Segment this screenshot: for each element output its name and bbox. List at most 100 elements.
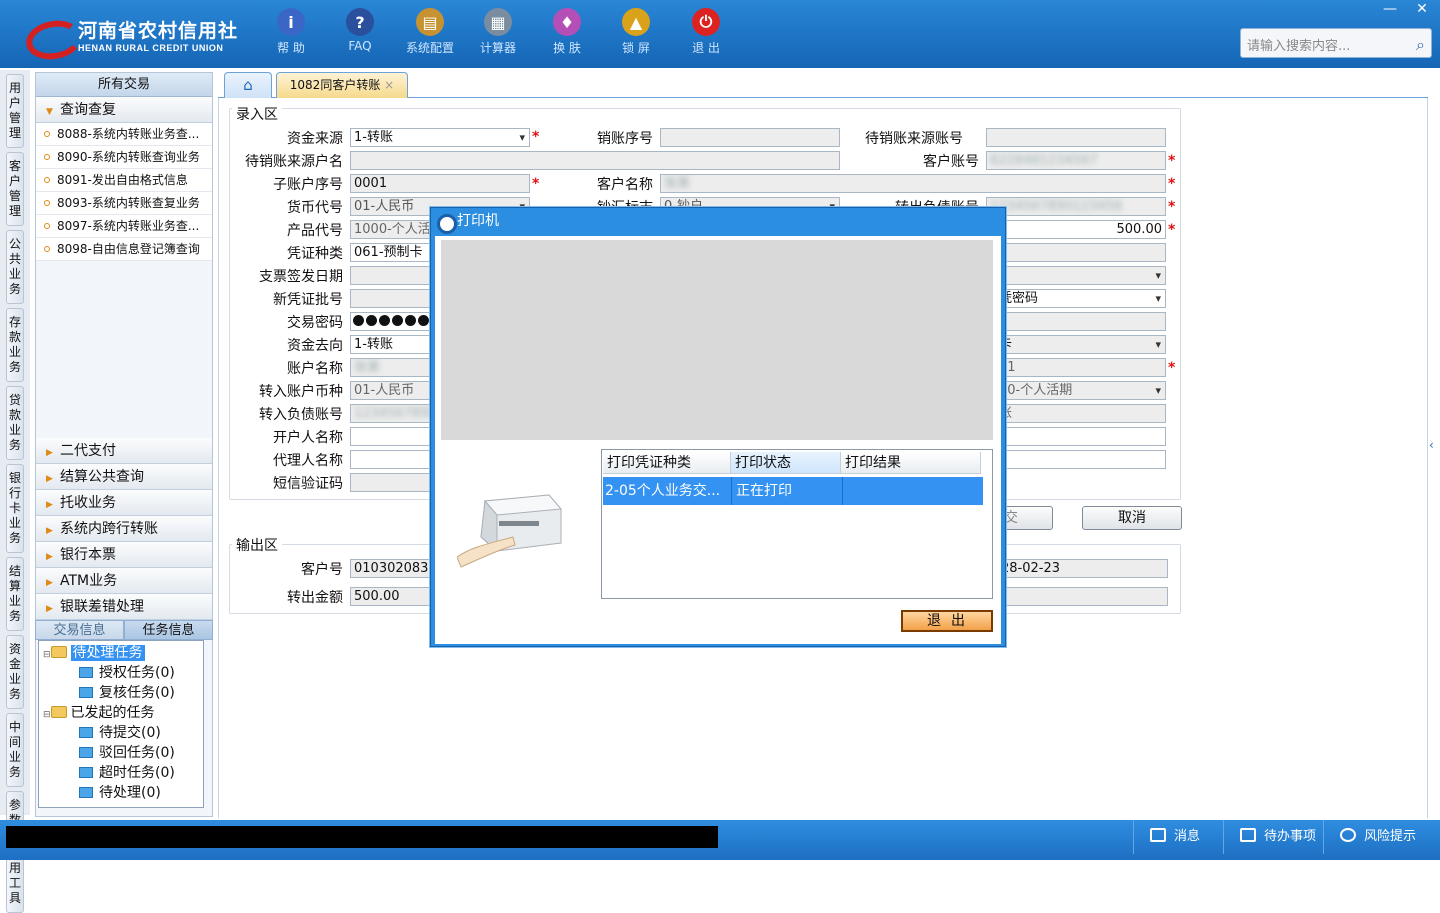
medium-select[interactable]: 卡 [986,335,1166,354]
tree-node-rejected[interactable]: 驳回任务(0) [79,743,175,763]
cancel-button[interactable]: 取消 [1082,506,1182,530]
group-item-6[interactable]: ▶ 银联差错处理 [36,594,212,620]
status-message-area [6,826,718,848]
label-in-account-currency: 转入账户币种 [259,384,343,400]
tab-transaction-info[interactable]: 交易信息 [35,620,124,640]
tree-node-timeout[interactable]: 超时任务(0) [79,763,175,783]
vtab-4[interactable]: 贷款业务 [6,386,24,460]
vtab-5[interactable]: 银行卡业务 [6,464,24,553]
transaction-item-1[interactable]: 8090-系统内转账查询业务 [36,146,212,169]
todo-button[interactable]: 待办事项 [1223,820,1323,854]
vtab-2[interactable]: 公共业务 [6,230,24,304]
chat-icon [1340,828,1356,842]
exit-button[interactable]: 退出 [901,610,993,632]
home-tab[interactable]: ⌂ [224,72,272,98]
out-liability-account-field[interactable]: 1234567890123456 [986,197,1166,216]
vtab-1[interactable]: 客户管理 [6,152,24,226]
logo-text-en: HENAN RURAL CREDIT UNION [78,42,224,53]
fund-source-select[interactable]: 1-转账 [350,128,530,147]
transaction-item-0[interactable]: 8088-系统内转账业务查... [36,123,212,146]
vtab-3[interactable]: 存款业务 [6,308,24,382]
tab-same-customer-transfer[interactable]: 1082同客户转账 × [276,72,408,98]
search-input[interactable]: 请输入搜索内容... ⌕ [1240,28,1432,58]
tree-node-auth[interactable]: 授权任务(0) [79,663,175,683]
vtab-8[interactable]: 中间业务 [6,713,24,787]
transaction-item-4[interactable]: 8097-系统内转账业务查... [36,215,212,238]
task-icon [79,747,93,758]
label-trade-password: 交易密码 [287,315,343,331]
right-select-1[interactable] [986,266,1166,285]
customer-name-field[interactable]: 张某 [660,174,1166,193]
label-sms-code: 短信验证码 [273,476,343,492]
dialog-title: 打印机 [431,208,1005,234]
voucher-right-field[interactable] [986,243,1166,262]
bullet-icon [44,223,50,229]
transaction-item-5[interactable]: 8098-自由信息登记簿查询 [36,238,212,261]
toolbar-label: 计算器 [479,41,516,55]
right-field-5[interactable] [986,427,1166,446]
toolbar-info-button[interactable]: i 帮 助 [261,8,321,60]
right-field-6[interactable] [986,450,1166,469]
right-field-4[interactable]: 账 [986,404,1166,423]
risk-button[interactable]: 风险提示 [1323,820,1433,854]
bullet-icon [44,246,50,252]
toolbar-help-button[interactable]: ? FAQ [330,8,390,60]
label-account-holder-name: 开户人名称 [273,430,343,446]
tree-node-pending[interactable]: ⊟ 待处理任务 [43,643,145,663]
tree-node-initiated[interactable]: ⊟ 已发起的任务 [43,703,155,723]
label-new-voucher-batch: 新凭证批号 [273,292,343,308]
collapse-arrow-icon[interactable]: ‹ [1429,430,1440,460]
toolbar-power-button[interactable]: ⏻ 退 出 [676,8,736,60]
toolbar-lock-button[interactable]: ▲ 锁 屏 [606,8,666,60]
vertical-module-tabs: 用户管理客户管理公共业务存款业务贷款业务银行卡业务结算业务资金业务中间业务参数常… [0,70,30,913]
column-print-result: 打印结果 [841,452,981,474]
tab-task-info[interactable]: 任务信息 [124,620,213,640]
group-query-reply[interactable]: ▼ 查询查复 [36,97,212,123]
group-item-5[interactable]: ▶ ATM业务 [36,568,212,594]
table-row[interactable]: 2-05个人业务交... 正在打印 [603,477,983,505]
transaction-item-2[interactable]: 8091-发出自由格式信息 [36,169,212,192]
right-field-3[interactable]: 01 [986,358,1166,377]
in-product-select[interactable]: 00-个人活期 [986,381,1166,400]
toolbar-calculator-button[interactable]: ▦ 计算器 [468,8,528,60]
group-item-3[interactable]: ▶ 系统内跨行转账 [36,516,212,542]
minimize-button[interactable]: — [1374,0,1406,18]
close-window-button[interactable]: ✕ [1406,0,1438,18]
tree-node-review[interactable]: 复核任务(0) [79,683,175,703]
label-agent-name: 代理人名称 [273,453,343,469]
label-sub-account-seq: 子账户序号 [273,177,343,193]
customer-account-field[interactable]: 6228481234567 [986,151,1166,170]
search-placeholder: 请输入搜索内容... [1247,39,1351,54]
tree-node-to-process[interactable]: 待处理(0) [79,783,161,803]
required-mark: * [1168,222,1176,238]
message-button[interactable]: 消息 [1133,820,1223,854]
amount-field[interactable]: 500.00 [986,220,1166,239]
vtab-0[interactable]: 用户管理 [6,74,24,148]
vtab-7[interactable]: 资金业务 [6,635,24,709]
verify-method-select[interactable]: 凭密码 [986,289,1166,308]
pending-source-name-field[interactable] [350,151,840,170]
vtab-6[interactable]: 结算业务 [6,557,24,631]
pending-source-account-field[interactable] [986,128,1166,147]
group-item-2[interactable]: ▶ 托收业务 [36,490,212,516]
bullet-icon [44,154,50,160]
label-customer-name: 客户名称 [597,177,653,193]
label-customer-no: 客户号 [301,562,343,578]
tree-node-to-submit[interactable]: 待提交(0) [79,723,161,743]
writeoff-seq-field[interactable] [660,128,840,147]
group-item-0[interactable]: ▶ 二代支付 [36,438,212,464]
search-icon[interactable]: ⌕ [1416,35,1425,54]
toolbar-toolbox-button[interactable]: ▤ 系统配置 [400,8,460,60]
group-item-4[interactable]: ▶ 银行本票 [36,542,212,568]
transaction-item-3[interactable]: 8093-系统内转账查复业务 [36,192,212,215]
sub-account-seq-field[interactable]: 0001 [350,174,530,193]
power-icon: ⏻ [692,8,720,36]
right-field-2[interactable] [986,312,1166,331]
close-tab-icon[interactable]: × [384,78,394,92]
input-section-title: 录入区 [232,104,282,124]
group-item-1[interactable]: ▶ 结算公共查询 [36,464,212,490]
label-out-amount: 转出金额 [287,590,343,606]
toolbar-shirt-button[interactable]: ♦ 换 肤 [537,8,597,60]
label-pending-source-account: 待销账来源账号 [865,131,963,147]
task-tree: ⊟ 待处理任务 授权任务(0) 复核任务(0) ⊟ 已发起的任务 待提交(0) 驳回… [38,640,204,808]
